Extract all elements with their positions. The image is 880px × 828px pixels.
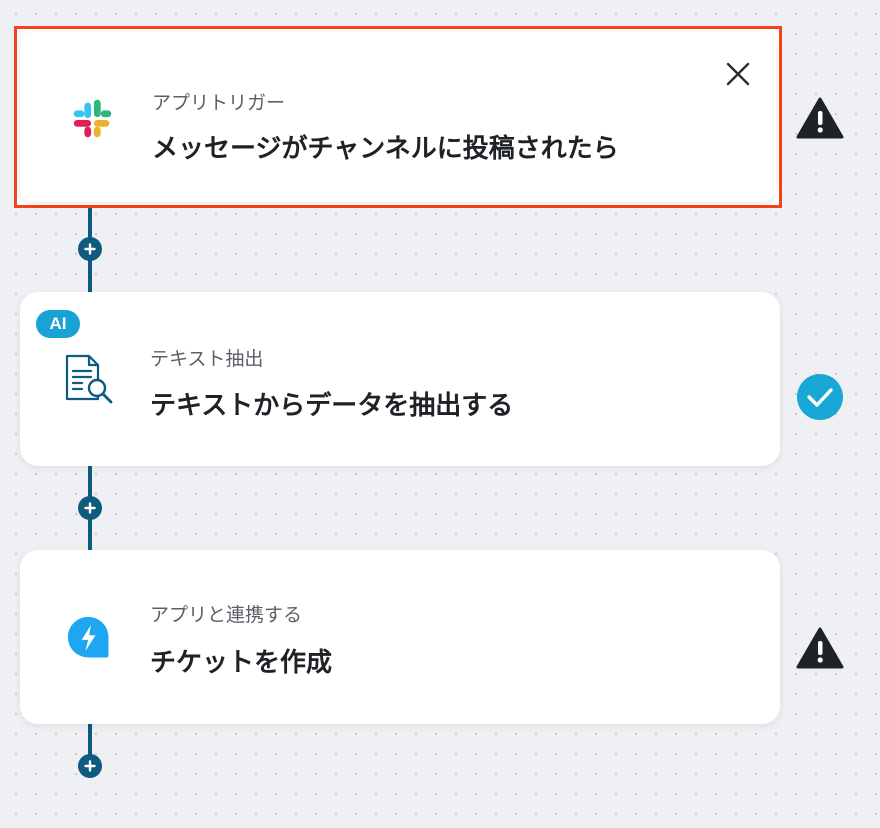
document-search-icon xyxy=(65,354,113,404)
warning-icon[interactable] xyxy=(796,96,844,140)
warning-icon[interactable] xyxy=(796,626,844,670)
close-button[interactable] xyxy=(726,62,750,86)
step-category: アプリと連携する xyxy=(150,604,303,626)
step-card-app-trigger[interactable]: アプリトリガー メッセージがチャンネルに投稿されたら xyxy=(14,26,782,208)
ai-badge: AI xyxy=(36,310,80,338)
slack-icon xyxy=(73,99,112,138)
add-step-button[interactable] xyxy=(78,237,102,261)
check-circle-icon[interactable] xyxy=(796,373,844,421)
step-category: アプリトリガー xyxy=(152,92,286,114)
step-card-create-ticket[interactable]: アプリと連携する チケットを作成 xyxy=(20,550,780,724)
close-icon xyxy=(726,62,750,86)
freshdesk-icon xyxy=(67,616,109,658)
add-step-button[interactable] xyxy=(78,496,102,520)
plus-icon xyxy=(84,502,96,514)
plus-icon xyxy=(84,760,96,772)
step-title: テキストからデータを抽出する xyxy=(150,391,514,421)
step-title: チケットを作成 xyxy=(150,648,333,678)
step-card-text-extraction[interactable]: AI テキスト抽出 テキストからデータを抽出する xyxy=(20,292,780,466)
plus-icon xyxy=(84,243,96,255)
step-category: テキスト抽出 xyxy=(150,348,264,370)
card-body: アプリトリガー メッセージがチャンネルに投稿されたら xyxy=(20,32,776,202)
step-title: メッセージがチャンネルに投稿されたら xyxy=(152,134,619,164)
add-step-button[interactable] xyxy=(78,754,102,778)
